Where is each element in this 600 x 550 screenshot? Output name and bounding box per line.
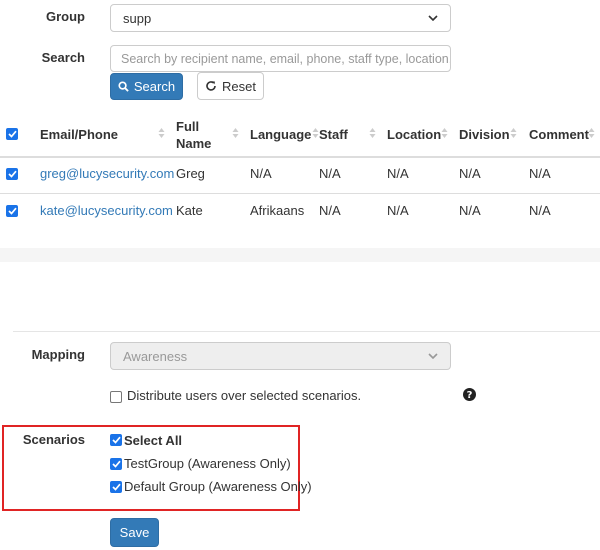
chevron-down-icon xyxy=(428,15,438,21)
group-select-value: supp xyxy=(123,10,152,26)
help-icon[interactable]: ? xyxy=(463,388,476,401)
distribute-users-label: Distribute users over selected scenarios… xyxy=(127,388,362,403)
row-checkbox[interactable] xyxy=(6,205,18,217)
column-header-language[interactable]: Language xyxy=(250,126,311,143)
sort-icon[interactable] xyxy=(232,127,239,139)
row-email-link[interactable]: greg@lucysecurity.com xyxy=(40,166,174,181)
sort-icon[interactable] xyxy=(588,127,595,139)
column-header-email[interactable]: Email/Phone xyxy=(40,126,118,143)
mapping-label: Mapping xyxy=(31,347,85,362)
row-division: N/A xyxy=(459,166,481,181)
row-comment: N/A xyxy=(529,203,551,218)
row-checkbox[interactable] xyxy=(6,168,18,180)
column-header-full-name[interactable]: Full Name xyxy=(176,118,224,152)
row-division: N/A xyxy=(459,203,481,218)
scenario-label: Default Group (Awareness Only) xyxy=(124,479,312,494)
scenario-checkbox[interactable] xyxy=(110,458,122,470)
reset-button-label: Reset xyxy=(222,78,256,94)
check-icon xyxy=(111,436,121,444)
row-comment: N/A xyxy=(529,166,551,181)
check-icon xyxy=(111,483,121,491)
save-button-label: Save xyxy=(119,525,150,540)
table-header-divider xyxy=(0,156,600,158)
column-header-comment[interactable]: Comment xyxy=(529,126,589,143)
search-label: Search xyxy=(41,50,85,65)
scenarios-label: Scenarios xyxy=(22,432,85,447)
search-button-label: Search xyxy=(133,79,176,94)
search-icon xyxy=(118,81,129,92)
row-full-name: Kate xyxy=(176,203,203,218)
row-language: N/A xyxy=(250,166,272,181)
mapping-select[interactable]: Awareness xyxy=(110,342,451,370)
sort-icon[interactable] xyxy=(158,127,165,139)
select-all-rows-checkbox[interactable] xyxy=(6,128,18,140)
sort-icon[interactable] xyxy=(510,127,517,139)
search-input[interactable]: Search by recipient name, email, phone, … xyxy=(110,45,451,72)
save-button[interactable]: Save xyxy=(110,518,159,547)
scenario-label: TestGroup (Awareness Only) xyxy=(124,456,291,471)
select-all-scenarios-checkbox[interactable] xyxy=(110,434,122,446)
column-header-division[interactable]: Division xyxy=(459,126,510,143)
section-separator xyxy=(0,248,600,262)
row-location: N/A xyxy=(387,166,409,181)
mapping-select-value: Awareness xyxy=(123,348,188,364)
svg-text:?: ? xyxy=(467,390,473,401)
check-icon xyxy=(7,170,17,178)
sort-icon[interactable] xyxy=(441,127,448,139)
check-icon xyxy=(7,130,17,138)
group-label: Group xyxy=(46,9,85,24)
column-header-location[interactable]: Location xyxy=(387,126,441,143)
sort-icon[interactable] xyxy=(312,127,319,139)
row-language: Afrikaans xyxy=(250,203,305,218)
select-all-scenarios-label: Select All xyxy=(124,433,183,448)
table-row-divider xyxy=(0,193,600,194)
column-header-staff[interactable]: Staff xyxy=(319,126,348,143)
reset-button[interactable]: Reset xyxy=(197,72,264,100)
row-email-link[interactable]: kate@lucysecurity.com xyxy=(40,203,173,218)
check-icon xyxy=(7,207,17,215)
row-full-name: Greg xyxy=(176,166,205,181)
row-staff: N/A xyxy=(319,166,341,181)
check-icon xyxy=(111,460,121,468)
search-placeholder: Search by recipient name, email, phone, … xyxy=(121,51,451,66)
group-select[interactable]: supp xyxy=(110,4,451,32)
chevron-down-icon xyxy=(428,353,438,359)
sort-icon[interactable] xyxy=(369,127,376,139)
distribute-users-checkbox[interactable] xyxy=(110,391,122,403)
row-staff: N/A xyxy=(319,203,341,218)
search-button[interactable]: Search xyxy=(110,73,183,100)
row-location: N/A xyxy=(387,203,409,218)
refresh-icon xyxy=(206,81,216,91)
scenario-checkbox[interactable] xyxy=(110,481,122,493)
section-divider xyxy=(13,331,600,332)
